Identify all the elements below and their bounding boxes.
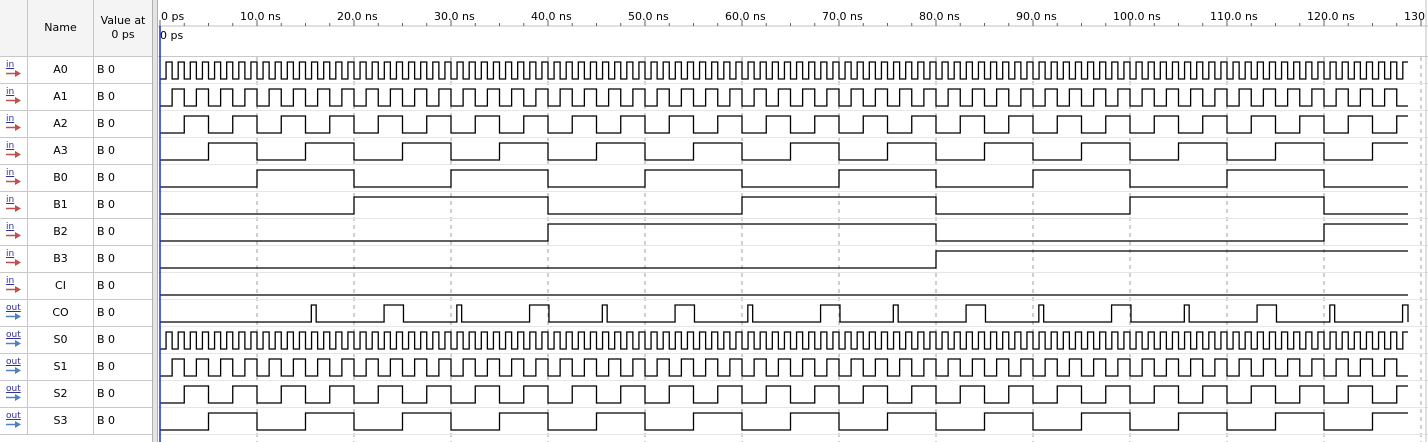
tick-label: 60.0 ns [725,10,766,23]
tick-label: 20.0 ns [337,10,378,23]
input-pin-icon: in [0,84,28,110]
output-pin-icon: out [0,354,28,380]
signal-name[interactable]: A3 [28,138,94,164]
signal-name[interactable]: B0 [28,165,94,191]
signal-row-co[interactable]: out CO B 0 [0,300,152,327]
signal-row-a1[interactable]: in A1 B 0 [0,84,152,111]
output-pin-icon: out [0,408,28,434]
signal-value: B 0 [97,225,116,238]
output-pin-icon: out [0,381,28,407]
signal-value: B 0 [97,63,116,76]
input-pin-icon: in [0,246,28,272]
signal-value: B 0 [97,414,116,427]
tick-label: 110.0 ns [1210,10,1258,23]
tick-label: 30.0 ns [434,10,475,23]
header-icon-column [0,0,28,56]
signal-table: Name Value at 0 ps in A0 B 0 in A1 B 0 in A2 B 0… [0,0,152,442]
signal-row-s3[interactable]: out S3 B 0 [0,408,152,435]
input-pin-icon: in [0,219,28,245]
tick-label: 120.0 ns [1307,10,1355,23]
output-pin-icon: out [0,327,28,353]
tick-label: 130 [1404,10,1425,23]
signal-name[interactable]: B1 [28,192,94,218]
header-value-line1: Value at [100,14,146,27]
tick-label: 0 ps [161,10,184,23]
signal-row-a0[interactable]: in A0 B 0 [0,57,152,84]
signal-row-s0[interactable]: out S0 B 0 [0,327,152,354]
header-name-column[interactable]: Name [28,0,94,56]
waveform-pane[interactable]: 0 ps 10.0 ns 20.0 ns 30.0 ns 40.0 ns 50.0 ns 6… [158,0,1428,442]
signal-value: B 0 [97,144,116,157]
signal-name[interactable]: A1 [28,84,94,110]
signal-name[interactable]: CO [28,300,94,326]
signal-table-header: Name Value at 0 ps [0,0,152,57]
header-value-column[interactable]: Value at 0 ps [94,0,152,56]
waveform-s2[interactable] [160,385,1408,404]
signal-row-a2[interactable]: in A2 B 0 [0,111,152,138]
waveform-s1[interactable] [160,358,1408,377]
input-pin-icon: in [0,273,28,299]
signal-value: B 0 [97,360,116,373]
waveform-b1[interactable] [160,196,1408,215]
signal-name[interactable]: S2 [28,381,94,407]
signal-row-ci[interactable]: in CI B 0 [0,273,152,300]
header-value-label: Value at 0 ps [101,14,146,42]
tick-label: 10.0 ns [240,10,281,23]
signal-row-b1[interactable]: in B1 B 0 [0,192,152,219]
output-pin-icon: out [0,300,28,326]
waveform-canvas[interactable]: 0 ps 10.0 ns 20.0 ns 30.0 ns 40.0 ns 50.0 ns 6… [158,0,1428,442]
input-pin-icon: in [0,57,28,83]
waveform-b2[interactable] [160,223,1408,242]
signal-value: B 0 [97,252,116,265]
signal-row-a3[interactable]: in A3 B 0 [0,138,152,165]
waveform-s3[interactable] [160,412,1408,431]
tick-label: 70.0 ns [822,10,863,23]
waveform-editor: Name Value at 0 ps in A0 B 0 in A1 B 0 in A2 B 0… [0,0,1428,442]
tick-label: 80.0 ns [919,10,960,23]
input-pin-icon: in [0,138,28,164]
input-pin-icon: in [0,111,28,137]
signal-name[interactable]: S1 [28,354,94,380]
signal-name[interactable]: B3 [28,246,94,272]
signal-row-b2[interactable]: in B2 B 0 [0,219,152,246]
signal-name[interactable]: A2 [28,111,94,137]
tick-label: 50.0 ns [628,10,669,23]
signal-value: B 0 [97,387,116,400]
signal-value: B 0 [97,333,116,346]
input-pin-icon: in [0,192,28,218]
signal-row-b0[interactable]: in B0 B 0 [0,165,152,192]
waveform-a2[interactable] [160,115,1408,134]
header-value-line2: 0 ps [111,28,135,41]
signal-name[interactable]: A0 [28,57,94,83]
signal-name[interactable]: S0 [28,327,94,353]
cursor-label: 0 ps [160,29,183,42]
tick-label: 90.0 ns [1016,10,1057,23]
signal-row-b3[interactable]: in B3 B 0 [0,246,152,273]
signal-name[interactable]: CI [28,273,94,299]
tick-label: 100.0 ns [1113,10,1161,23]
signal-row-s2[interactable]: out S2 B 0 [0,381,152,408]
signal-value: B 0 [97,306,116,319]
signal-value: B 0 [97,117,116,130]
waveform-b0[interactable] [160,169,1408,188]
tick-label: 40.0 ns [531,10,572,23]
waveform-co[interactable] [160,304,1409,323]
signal-name[interactable]: S3 [28,408,94,434]
waveform-a3[interactable] [160,142,1408,161]
header-name-label: Name [44,21,77,34]
signal-value: B 0 [97,171,116,184]
signal-value: B 0 [97,198,116,211]
signal-row-s1[interactable]: out S1 B 0 [0,354,152,381]
waveform-a0[interactable] [160,61,1408,80]
input-pin-icon: in [0,165,28,191]
signal-value: B 0 [97,90,116,103]
timeline-ruler[interactable] [158,0,1428,56]
signal-value: B 0 [97,279,116,292]
signal-name[interactable]: B2 [28,219,94,245]
waveform-b3[interactable] [160,250,1408,269]
waveform-a1[interactable] [160,88,1408,107]
waveform-s0[interactable] [160,331,1408,350]
